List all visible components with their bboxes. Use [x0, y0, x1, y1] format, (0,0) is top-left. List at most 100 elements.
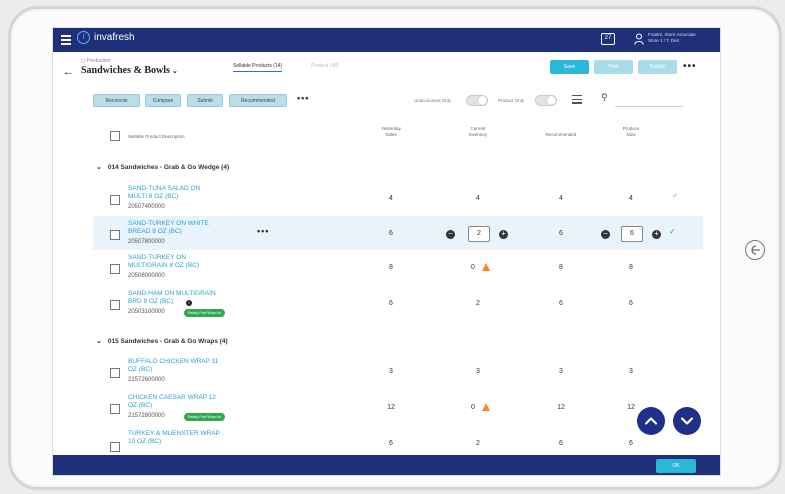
- current-inventory-input[interactable]: 2: [468, 226, 490, 242]
- column-header-current-inventory[interactable]: Current Inventory: [458, 126, 498, 138]
- product-only-toggle[interactable]: [535, 95, 557, 106]
- product-upc: 20503100000: [128, 309, 165, 315]
- product-name-l2: OZ (BC): [128, 365, 153, 373]
- save-button[interactable]: Save: [550, 60, 589, 74]
- row-checkbox[interactable]: [110, 264, 120, 274]
- product-name-link[interactable]: SAND-HAM ON MULTIGRAIN BRD 8 OZ (BC): [128, 290, 238, 305]
- chip-recommended[interactable]: Recommended: [229, 94, 287, 107]
- product-name-link[interactable]: SAND-TURKEY ON MULTIGRAIN 8 OZ (BC): [128, 254, 238, 269]
- warning-icon: [482, 263, 490, 271]
- back-arrow-icon[interactable]: ←: [63, 66, 74, 78]
- yesterday-sales: 4: [389, 195, 393, 202]
- more-options-icon[interactable]: •••: [683, 61, 697, 72]
- product-name-l2: MULTI 6 OZ (BC): [128, 192, 179, 200]
- current-inventory: 2: [476, 440, 480, 447]
- search-icon[interactable]: ⚲: [601, 92, 608, 103]
- bottom-bar: [53, 455, 720, 475]
- row-checkbox[interactable]: [110, 300, 120, 310]
- chat-icon[interactable]: 27: [601, 33, 615, 45]
- plus-icon[interactable]: +: [499, 230, 508, 239]
- warning-icon: [482, 403, 490, 411]
- group-header[interactable]: ⌄ 015 Sandwiches - Grab & Go Wraps (4): [96, 337, 228, 345]
- user-icon[interactable]: [634, 33, 644, 45]
- scroll-up-button[interactable]: [637, 407, 665, 435]
- chevron-up-icon: [644, 417, 658, 425]
- user-info[interactable]: Frank2, Store Associate Store 1 / T. Die…: [648, 32, 696, 44]
- product-upc: 21572800000: [128, 413, 165, 419]
- row-checkbox[interactable]: [110, 442, 120, 452]
- filter-icon[interactable]: [572, 95, 582, 104]
- produce-now-input[interactable]: 6: [621, 226, 643, 242]
- recommended-qty: 6: [559, 300, 563, 307]
- column-header-yesterday-sales[interactable]: Yesterday Sales: [371, 126, 411, 138]
- column-header-product[interactable]: Sellable Product Description: [128, 134, 185, 140]
- select-all-checkbox[interactable]: [110, 131, 120, 141]
- product-name-l1: SAND-HAM ON MULTIGRAIN: [128, 290, 216, 297]
- product-name-link[interactable]: SAND-TURKEY ON WHITE BREAD 8 OZ (BC): [128, 220, 238, 235]
- brand-name: invafresh: [94, 32, 135, 43]
- chevron-down-icon: ⌄: [96, 338, 102, 345]
- group-title: 015 Sandwiches - Grab & Go Wraps (4): [107, 338, 228, 345]
- recommended-qty: 12: [557, 404, 565, 411]
- product-name-l1: SAND-TURKEY ON: [128, 254, 187, 261]
- unaccounted-only-toggle[interactable]: [466, 95, 488, 106]
- product-name-l1: SAND-TURKEY ON WHITE: [128, 220, 209, 227]
- yesterday-sales: 6: [389, 440, 393, 447]
- recommended-qty: 8: [559, 264, 563, 271]
- product-name-l1: CHICKEN CAESAR WRAP 12: [128, 394, 217, 401]
- status-badge: Ready-Print Wrap Ad: [184, 413, 225, 421]
- chip-reconcile[interactable]: Reconcile: [93, 94, 140, 107]
- details-button[interactable]: Details: [638, 60, 677, 74]
- row-checkbox[interactable]: [110, 230, 120, 240]
- chip-compare[interactable]: Compare: [145, 94, 181, 107]
- scroll-down-button[interactable]: [673, 407, 701, 435]
- product-name-l2: BRD 8 OZ (BC): [128, 297, 174, 305]
- info-icon[interactable]: i: [186, 300, 192, 306]
- yesterday-sales: 8: [389, 264, 393, 271]
- unaccounted-only-label: Unaccounted Only: [414, 98, 452, 103]
- page-title[interactable]: Sandwiches & Bowls ⌄: [81, 65, 178, 76]
- tab-sellable-products[interactable]: Sellable Products (14): [233, 63, 283, 72]
- search-input[interactable]: [615, 106, 683, 107]
- column-header-recommended[interactable]: Recommended: [536, 132, 586, 138]
- chips-more-icon[interactable]: •••: [297, 93, 309, 103]
- app-screen: i invafresh 27 Frank2, Store Associate S…: [53, 28, 720, 475]
- home-button-icon[interactable]: [745, 240, 765, 260]
- product-only-label: Product Only: [498, 98, 525, 103]
- recommended-qty: 6: [559, 230, 563, 237]
- row-more-icon[interactable]: •••: [257, 226, 269, 236]
- recommended-qty: 4: [559, 195, 563, 202]
- breadcrumb[interactable]: ◻ Production: [81, 58, 110, 64]
- check-icon[interactable]: ✓: [672, 191, 679, 200]
- product-name-l1: SAND-TUNA SALAD ON: [128, 185, 201, 192]
- breadcrumb-label: Production: [86, 58, 111, 64]
- product-name-link[interactable]: CHICKEN CAESAR WRAP 12 OZ (BC): [128, 394, 238, 409]
- print-button[interactable]: Print: [594, 60, 633, 74]
- yesterday-sales: 12: [387, 404, 395, 411]
- row-checkbox[interactable]: [110, 404, 120, 414]
- product-upc: 20507800000: [128, 239, 165, 245]
- row-checkbox[interactable]: [110, 368, 120, 378]
- group-header[interactable]: ⌄ 014 Sandwiches - Grab & Go Wedge (4): [96, 163, 229, 171]
- ok-button[interactable]: OK: [656, 459, 696, 473]
- row-checkbox[interactable]: [110, 195, 120, 205]
- product-name-link[interactable]: SAND-TUNA SALAD ON MULTI 6 OZ (BC): [128, 185, 238, 200]
- column-header-produce-now[interactable]: Produce Now: [611, 126, 651, 138]
- top-nav-bar: i invafresh 27 Frank2, Store Associate S…: [53, 28, 720, 52]
- hamburger-icon[interactable]: [61, 35, 71, 45]
- minus-icon[interactable]: −: [601, 230, 610, 239]
- produce-now: 8: [629, 264, 633, 271]
- folder-icon: ◻: [81, 58, 86, 64]
- produce-now: 3: [629, 368, 633, 375]
- product-name-link[interactable]: TURKEY & MUENSTER WRAP 10 OZ (BC): [128, 430, 238, 445]
- tab-products[interactable]: Product (48): [311, 63, 339, 69]
- page-title-text: Sandwiches & Bowls: [81, 65, 170, 76]
- product-name-link[interactable]: BUFFALO CHICKEN WRAP 11 OZ (BC): [128, 358, 238, 373]
- chip-submit[interactable]: Submit: [187, 94, 223, 107]
- check-icon[interactable]: ✓: [669, 227, 676, 236]
- plus-icon[interactable]: +: [652, 230, 661, 239]
- product-name-l2: BREAD 8 OZ (BC): [128, 227, 182, 235]
- produce-now: 12: [627, 404, 635, 411]
- recommended-qty: 6: [559, 440, 563, 447]
- minus-icon[interactable]: −: [446, 230, 455, 239]
